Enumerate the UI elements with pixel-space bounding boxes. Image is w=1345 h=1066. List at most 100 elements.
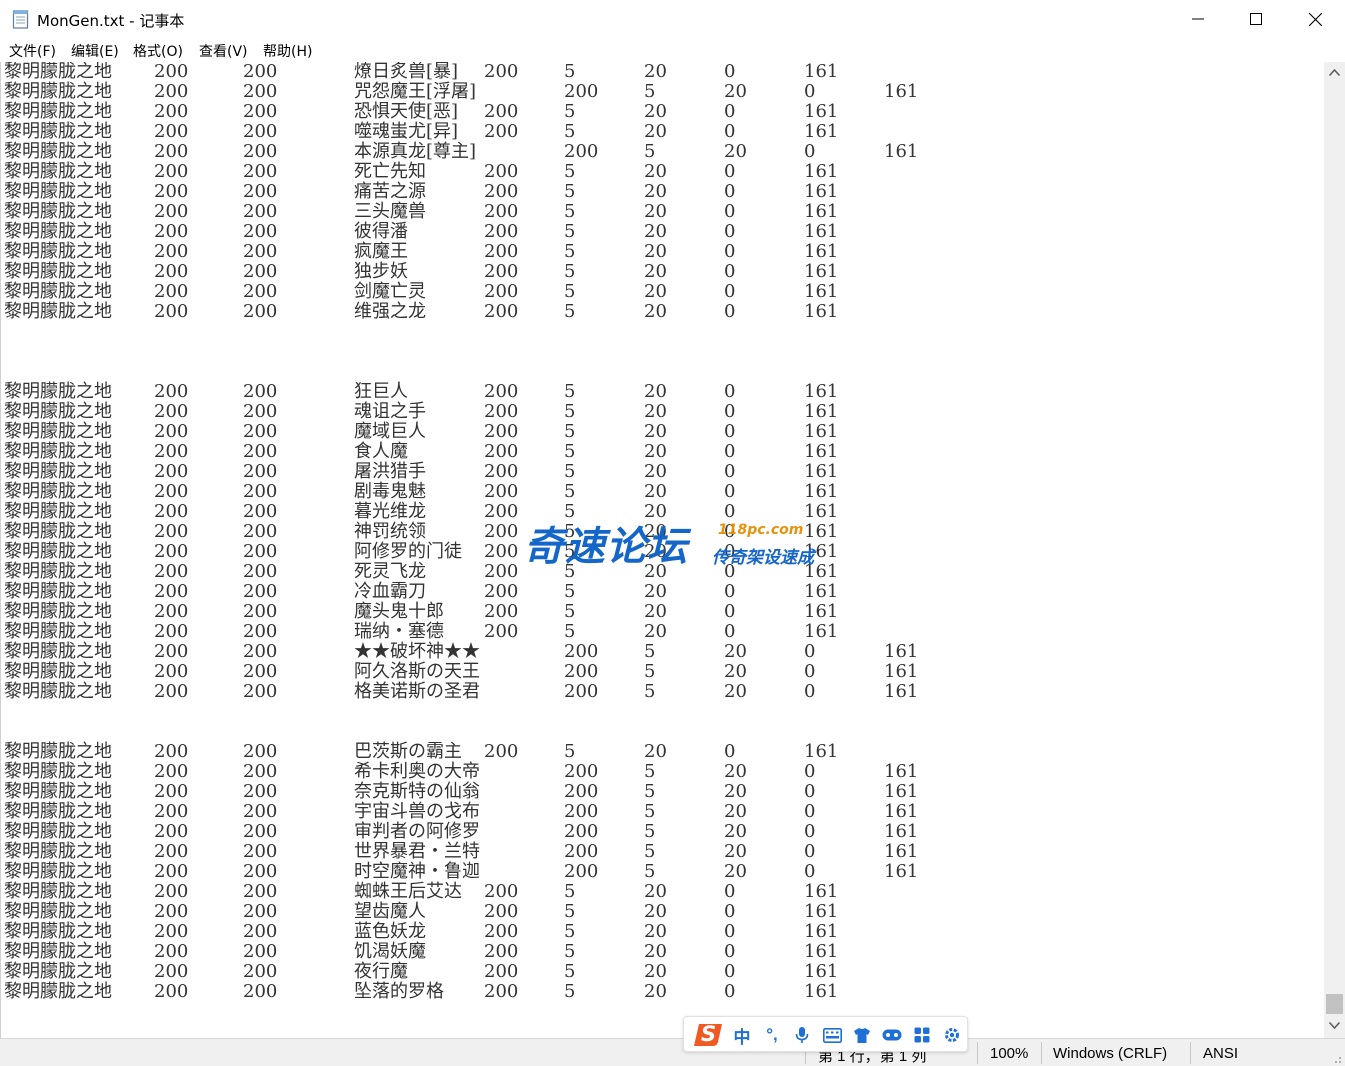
line-field: 魂诅之手 <box>354 401 426 422</box>
ime-settings-button[interactable] <box>938 1017 966 1053</box>
text-line: 黎明朦胧之地 200 200 坠落的罗格 200 5 20 0 161 <box>4 982 1304 1002</box>
line-field: 魔域巨人 <box>354 421 426 442</box>
close-button[interactable] <box>1286 0 1344 38</box>
line-field: 161 <box>804 541 839 562</box>
ime-game-button[interactable] <box>878 1017 906 1053</box>
line-field: 0 <box>724 741 736 762</box>
line-field: 200 <box>484 961 519 982</box>
line-field: 20 <box>644 941 667 962</box>
menu-file[interactable]: 文件(F) <box>9 41 56 61</box>
line-field: 5 <box>564 201 576 222</box>
line-field: 希卡利奥の大帝 <box>354 761 480 782</box>
line-field: 200 <box>484 181 519 202</box>
ime-punctuation-toggle[interactable]: °, <box>758 1017 786 1053</box>
line-field: 200 <box>484 301 519 322</box>
text-editor[interactable]: 黎明朦胧之地 200 200 燎日炙兽[暴] 200 5 20 0 161 黎明朦胧之地 200 20… <box>0 62 1324 1038</box>
line-field: 5 <box>644 841 656 862</box>
text-line: 黎明朦胧之地 200 200 魔域巨人 200 5 20 0 161 <box>4 422 1304 442</box>
line-field: 200 <box>243 901 278 922</box>
line-field: 200 <box>564 861 599 882</box>
line-field: 5 <box>564 921 576 942</box>
line-field: 5 <box>644 801 656 822</box>
text-line <box>4 722 1304 742</box>
line-field: 20 <box>724 761 747 782</box>
menu-help[interactable]: 帮助(H) <box>263 41 312 61</box>
line-field: 200 <box>154 861 189 882</box>
scroll-up-button[interactable] <box>1324 64 1345 81</box>
line-field: 20 <box>644 281 667 302</box>
line-field: 200 <box>154 62 189 82</box>
text-line: 黎明朦胧之地 200 200 剑魔亡灵 200 5 20 0 161 <box>4 282 1304 302</box>
line-field: 200 <box>484 481 519 502</box>
line-field: 20 <box>644 161 667 182</box>
ime-skin-button[interactable] <box>848 1017 876 1053</box>
text-line: 黎明朦胧之地 200 200 咒怨魔王[浮屠] 200 5 20 0 161 <box>4 82 1304 102</box>
line-field: 200 <box>484 241 519 262</box>
scroll-down-button[interactable] <box>1324 1017 1345 1034</box>
line-field: 死亡先知 <box>354 161 426 182</box>
vertical-scrollbar[interactable] <box>1324 62 1345 1038</box>
line-field: 161 <box>804 621 839 642</box>
line-field: 200 <box>484 261 519 282</box>
menu-format[interactable]: 格式(O) <box>133 41 183 61</box>
line-field: 5 <box>564 941 576 962</box>
line-field: 161 <box>804 481 839 502</box>
line-field: 本源真龙[尊主] <box>354 141 477 162</box>
line-field: 200 <box>154 661 189 682</box>
text-line: 黎明朦胧之地 200 200 独步妖 200 5 20 0 161 <box>4 262 1304 282</box>
menu-bar: 文件(F) 编辑(E) 格式(O) 查看(V) 帮助(H) <box>0 38 1345 62</box>
ime-mode-toggle[interactable]: 中 <box>728 1017 756 1053</box>
line-field: 200 <box>154 241 189 262</box>
text-line: 黎明朦胧之地 200 200 剧毒鬼魅 200 5 20 0 161 <box>4 482 1304 502</box>
text-line: 黎明朦胧之地 200 200 蜘蛛王后艾达 200 5 20 0 161 <box>4 882 1304 902</box>
line-field: 200 <box>564 761 599 782</box>
resize-grip-icon[interactable] <box>1330 1052 1342 1064</box>
settings-icon <box>945 1028 959 1042</box>
line-field: 200 <box>243 521 278 542</box>
line-field: 0 <box>724 601 736 622</box>
sogou-logo[interactable]: S <box>688 1017 726 1053</box>
ime-toolbox-button[interactable] <box>908 1017 936 1053</box>
line-field: 0 <box>724 381 736 402</box>
scrollbar-thumb[interactable] <box>1326 994 1343 1014</box>
line-field: 200 <box>243 101 278 122</box>
line-field: 200 <box>154 101 189 122</box>
text-line: 黎明朦胧之地 200 200 恐惧天使[恶] 200 5 20 0 161 <box>4 102 1304 122</box>
line-field: 20 <box>644 261 667 282</box>
line-field: 200 <box>484 521 519 542</box>
line-field: 20 <box>644 921 667 942</box>
line-field: 161 <box>804 421 839 442</box>
menu-edit[interactable]: 编辑(E) <box>71 41 119 61</box>
ime-keyboard-button[interactable] <box>818 1017 846 1053</box>
line-field: 161 <box>804 881 839 902</box>
line-field: 黎明朦胧之地 <box>4 881 112 902</box>
line-field: 200 <box>243 201 278 222</box>
line-field: 黎明朦胧之地 <box>4 281 112 302</box>
line-field: 200 <box>243 421 278 442</box>
text-line: 黎明朦胧之地 200 200 蓝色妖龙 200 5 20 0 161 <box>4 922 1304 942</box>
line-field: 200 <box>154 221 189 242</box>
line-field: 奈克斯特の仙翁 <box>354 781 480 802</box>
menu-view[interactable]: 查看(V) <box>199 41 248 61</box>
text-line: 黎明朦胧之地 200 200 屠洪猎手 200 5 20 0 161 <box>4 462 1304 482</box>
line-field: 200 <box>484 541 519 562</box>
line-field: 200 <box>154 121 189 142</box>
line-field: 5 <box>644 641 656 662</box>
minimize-button[interactable] <box>1169 0 1227 38</box>
line-field: 0 <box>724 101 736 122</box>
line-field: 5 <box>564 481 576 502</box>
line-field: 0 <box>724 961 736 982</box>
line-field: 黎明朦胧之地 <box>4 461 112 482</box>
text-line: 黎明朦胧之地 200 200 世界暴君・兰特 200 5 20 0 161 <box>4 842 1304 862</box>
text-line: 黎明朦胧之地 200 200 痛苦之源 200 5 20 0 161 <box>4 182 1304 202</box>
text-line: 黎明朦胧之地 200 200 冷血霸刀 200 5 20 0 161 <box>4 582 1304 602</box>
line-field: 黎明朦胧之地 <box>4 541 112 562</box>
line-field: 200 <box>484 421 519 442</box>
ime-voice-button[interactable] <box>788 1017 816 1053</box>
line-field: 161 <box>804 301 839 322</box>
line-ending: Windows (CRLF) <box>1053 1045 1168 1062</box>
maximize-button[interactable] <box>1227 0 1285 38</box>
line-field: 5 <box>564 181 576 202</box>
text-lines: 黎明朦胧之地 200 200 燎日炙兽[暴] 200 5 20 0 161 黎明朦胧之地 200 20… <box>4 62 1304 1002</box>
line-field: 161 <box>804 241 839 262</box>
